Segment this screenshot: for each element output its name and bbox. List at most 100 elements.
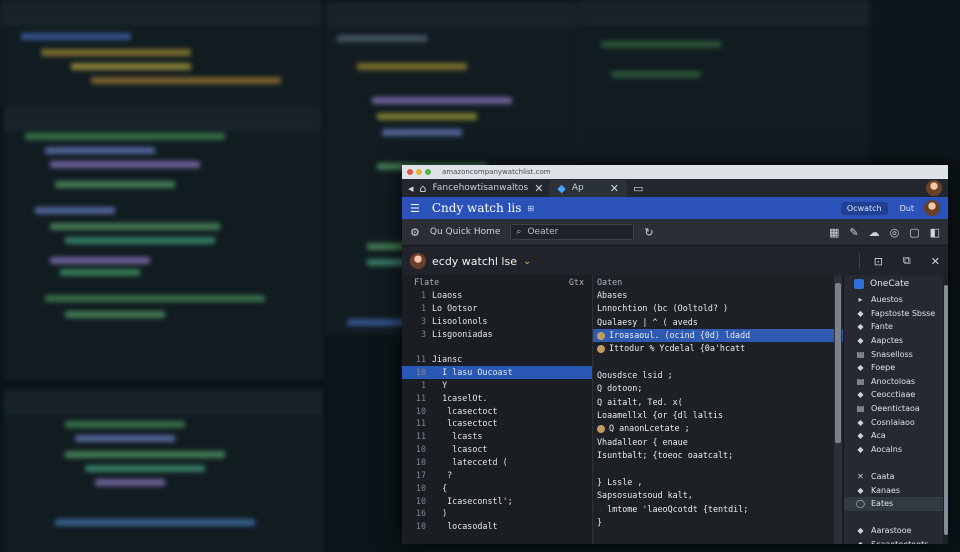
sidebar-item[interactable]: ◆ Aca — [844, 429, 948, 443]
bg-panel-bottom-left — [4, 390, 322, 552]
code-line[interactable]: 11 lcasectoct — [402, 417, 592, 430]
close-icon[interactable]: ✕ — [931, 255, 940, 268]
chevron-down-icon[interactable]: ⌄ — [523, 256, 531, 267]
wrench-icon[interactable]: ✎ — [849, 226, 858, 239]
profile-avatar[interactable] — [926, 180, 942, 196]
cloud-icon[interactable]: ☁ — [869, 226, 880, 239]
output-scroll-thumb[interactable] — [835, 283, 841, 443]
sidebar-item-label: Snaselloss — [871, 349, 913, 359]
output-line[interactable]: Isuntbalt; {toeoc oaatcalt; — [593, 449, 843, 462]
sidebar-item[interactable]: ◆ Fapstoste Sbsse — [844, 307, 948, 321]
sidebar-item-icon: ◆ — [857, 308, 864, 318]
output-line[interactable]: Q dotoon; — [593, 382, 843, 395]
sidebar-item[interactable]: ▤ Snaselloss — [844, 347, 948, 361]
tab-active[interactable]: ◆ Ap ✕ — [549, 179, 627, 197]
sidebar-item[interactable]: ◯ Eates — [844, 496, 948, 511]
sidebar-item[interactable]: ▸ Auestos — [844, 293, 948, 307]
code-line[interactable]: 10 lateccetd ( — [402, 456, 592, 469]
close-dot-icon[interactable] — [407, 169, 413, 175]
output-line[interactable]: lmtome 'laeoQcotdt {tentdil; — [593, 503, 843, 516]
line-number: 11 — [415, 431, 426, 442]
code-line[interactable]: 1 Lo Ootsor — [402, 302, 592, 315]
output-line[interactable]: Qualaesy | ^ ( aveds — [593, 316, 843, 329]
panel-icon[interactable]: ◧ — [930, 226, 940, 239]
code-line[interactable]: 10 lcasoct — [402, 443, 592, 456]
sidebar-item-icon: ◆ — [857, 336, 864, 346]
close-tab-icon[interactable]: ✕ — [534, 182, 543, 195]
sidebar-item[interactable]: ◆ Fante — [844, 320, 948, 334]
code-line[interactable]: 10 Icaseconstl'; — [402, 495, 592, 508]
code-text: lcasectoct — [432, 405, 498, 416]
secondary-button[interactable]: Dut — [894, 202, 920, 215]
gear-icon[interactable]: ⚙ — [410, 226, 420, 239]
code-text: Icaseconstl'; — [432, 495, 513, 506]
code-line[interactable]: 11 Jiansc — [402, 353, 592, 366]
dropdown-icon[interactable]: ⊞ — [527, 204, 534, 213]
code-line[interactable]: 3 Lisgooniadas — [402, 328, 592, 341]
back-arrow-icon[interactable]: ◂ — [408, 182, 414, 195]
sidebar-item[interactable]: ◆ Aocalns — [844, 443, 948, 457]
tab-label[interactable]: Fancehowtisanwaltos — [433, 183, 529, 193]
code-line[interactable]: 3 Lisoolonols — [402, 315, 592, 328]
output-line[interactable]: Q anaonLcetate ; — [593, 422, 843, 435]
code-line[interactable]: 10 { — [402, 482, 592, 495]
close-tab-active-icon[interactable]: ✕ — [610, 182, 619, 195]
window-icon[interactable]: ▢ — [909, 226, 919, 239]
sidebar-item[interactable]: ✕ Caata — [844, 470, 948, 484]
code-line[interactable]: 16 ) — [402, 507, 592, 520]
circle-icon[interactable]: ◎ — [890, 226, 900, 239]
sidebar-item[interactable]: ◆ Aarastooe — [844, 524, 948, 538]
output-line[interactable]: Loaamellxl {or {dl laltis — [593, 409, 843, 422]
share-icon[interactable]: ⧉ — [903, 254, 911, 268]
sidebar-item[interactable]: ▤ Anoctoloas — [844, 375, 948, 389]
code-line[interactable]: 17 ? — [402, 469, 592, 482]
user-avatar[interactable] — [924, 200, 940, 216]
output-line[interactable] — [593, 356, 843, 369]
output-line[interactable]: } Lssle , — [593, 476, 843, 489]
output-line[interactable] — [593, 462, 843, 475]
code-line[interactable]: 10 locasodalt — [402, 520, 592, 533]
menu-icon[interactable]: ☰ — [410, 202, 420, 215]
output-line[interactable]: Qousdsce lsid ; — [593, 369, 843, 382]
home-icon[interactable]: ⌂ — [420, 182, 427, 195]
camera-icon[interactable]: ⊡ — [874, 255, 883, 268]
quick-home-button[interactable]: Qu Quick Home — [430, 227, 501, 237]
sidebar-item[interactable]: ◆ Scaaoteetoots — [844, 538, 948, 544]
code-line[interactable]: 10 I lasu Oucoast — [402, 366, 592, 379]
output-panel[interactable]: Oaten Abases Lnnochtion (bc (Ooltold? ) Qu… — [592, 275, 843, 544]
address-text[interactable]: amazoncompanywatchlist.com — [442, 168, 551, 176]
output-line[interactable]: Abases — [593, 289, 843, 302]
search-input[interactable]: ⌕ Oeater — [510, 224, 635, 240]
sidebar-scrollbar[interactable] — [943, 275, 948, 544]
output-line[interactable]: } — [593, 516, 843, 529]
sidebar-item[interactable]: ◆ Cosnlaiaoo — [844, 415, 948, 429]
sidebar-item[interactable]: ▤ Oeentictaoa — [844, 402, 948, 416]
code-editor[interactable]: Flate Gtx 1 Loaoss 1 Lo Ootsor 3 Lisoolonols 3… — [402, 275, 592, 544]
new-tab-icon[interactable]: ▭ — [633, 182, 643, 195]
maximize-dot-icon[interactable] — [425, 169, 431, 175]
sidebar-item-icon: ✕ — [857, 472, 864, 482]
grid-icon[interactable]: ▦ — [829, 226, 839, 239]
output-line[interactable]: Lnnochtion (bc (Ooltold? ) — [593, 302, 843, 315]
output-line[interactable]: Iroasaoul. (ocind {0d) ldadd — [593, 329, 843, 343]
sidebar-item[interactable]: ◆ Kanaes — [844, 483, 948, 497]
sidebar-scroll-thumb[interactable] — [944, 285, 948, 535]
sidebar-item[interactable]: ◆ Foepe — [844, 361, 948, 375]
minimize-dot-icon[interactable] — [416, 169, 422, 175]
code-line[interactable]: 10 lcasectoct — [402, 405, 592, 418]
code-line[interactable]: 1 Loaoss — [402, 289, 592, 302]
watch-button[interactable]: Ocwatch — [840, 201, 888, 215]
refresh-icon[interactable]: ↻ — [644, 226, 653, 239]
output-scrollbar[interactable] — [834, 275, 842, 544]
output-line[interactable]: Q aitalt, Ted. x( — [593, 396, 843, 409]
code-line[interactable]: 1 Y — [402, 379, 592, 392]
sidebar-item[interactable]: ◆ Ceocctiaae — [844, 388, 948, 402]
code-line[interactable]: 11 lcasts — [402, 430, 592, 443]
bg-panel-top-left — [0, 0, 322, 104]
code-line[interactable]: 11 1caselOt. — [402, 392, 592, 405]
output-line[interactable]: Sapsosuatsoud kalt, — [593, 489, 843, 502]
code-line[interactable] — [402, 340, 592, 353]
output-line[interactable]: Ittodur % Ycdelal {0a'hcatt — [593, 342, 843, 355]
sidebar-item[interactable]: ◆ Aapctes — [844, 334, 948, 348]
output-line[interactable]: Vhadalleor { enaue — [593, 436, 843, 449]
